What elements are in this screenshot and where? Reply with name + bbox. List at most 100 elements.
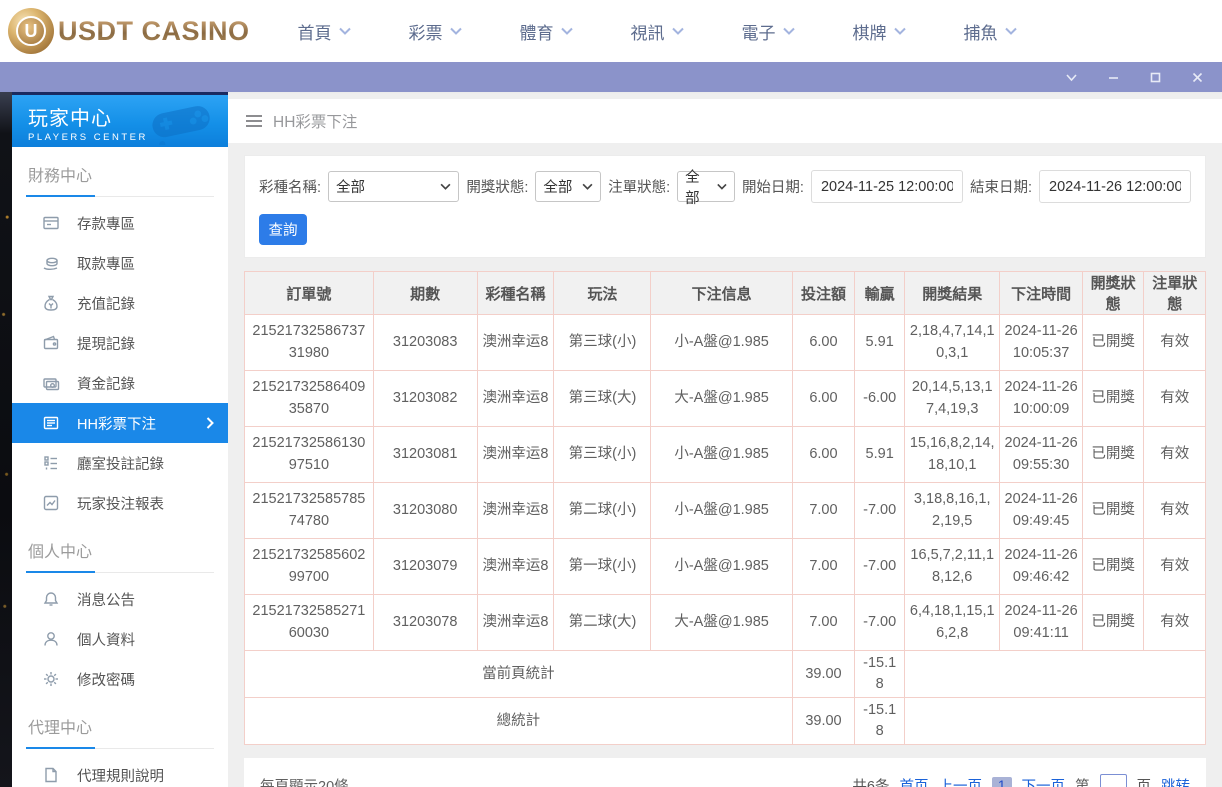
order-status-select[interactable]: 全部 bbox=[677, 171, 735, 202]
coin-letter: U bbox=[16, 16, 46, 46]
minimize-icon[interactable] bbox=[1106, 70, 1120, 84]
col-bet-amount: 投注額 bbox=[792, 272, 854, 315]
filter-row: 彩種名稱: 全部 開獎狀態: 全部 注單狀態: 全部 開始日期: 結束日期: bbox=[259, 170, 1191, 203]
bet-report-icon bbox=[42, 494, 60, 512]
section-agent-center: 代理中心 bbox=[26, 699, 214, 749]
cell-issue: 31203081 bbox=[373, 427, 477, 483]
nav-item-video[interactable]: 視訊 bbox=[631, 19, 684, 44]
draw-status-select[interactable]: 全部 bbox=[535, 171, 601, 202]
maximize-icon[interactable] bbox=[1148, 70, 1162, 84]
sidebar-item-withdrawal-record[interactable]: 提現記錄 bbox=[12, 323, 228, 363]
sidebar-item-withdraw[interactable]: 取款專區 bbox=[12, 243, 228, 283]
bell-icon bbox=[42, 590, 60, 608]
nav-label: 電子 bbox=[742, 19, 776, 44]
sidebar-item-label: 廳室投註記錄 bbox=[77, 453, 164, 474]
nav-item-slots[interactable]: 電子 bbox=[742, 19, 795, 44]
close-icon[interactable] bbox=[1190, 70, 1204, 84]
current-page-indicator[interactable]: 1 bbox=[992, 777, 1012, 787]
nav-item-home[interactable]: 首頁 bbox=[298, 19, 351, 44]
col-bet-info: 下注信息 bbox=[651, 272, 792, 315]
cell-play-type: 第一球(小) bbox=[554, 539, 651, 595]
top-navbar: U USDT CASINO 首頁 彩票 體育 視訊 電子 棋牌 捕魚 bbox=[0, 0, 1222, 62]
draw-status-label: 開獎狀態: bbox=[466, 176, 528, 197]
sidebar-item-profile[interactable]: 個人資料 bbox=[12, 619, 228, 659]
collapse-icon[interactable] bbox=[1064, 70, 1078, 84]
nav-item-cards[interactable]: 棋牌 bbox=[853, 19, 906, 44]
search-button[interactable]: 查詢 bbox=[259, 214, 307, 245]
cell-bet-info: 大-A盤@1.985 bbox=[651, 595, 792, 651]
selected-value: 全部 bbox=[685, 166, 711, 208]
col-order-status: 注單狀態 bbox=[1144, 272, 1206, 315]
sidebar-item-bet-report[interactable]: 玩家投注報表 bbox=[12, 483, 228, 523]
chevron-down-icon bbox=[717, 183, 727, 190]
cell-win-loss: -6.00 bbox=[855, 371, 905, 427]
prev-page-link[interactable]: 上一页 bbox=[938, 775, 982, 787]
table-row: 2152173258613097510 31203081 澳洲幸运8 第三球(小… bbox=[245, 427, 1206, 483]
start-date-input[interactable] bbox=[811, 170, 963, 203]
page-jump-input[interactable] bbox=[1100, 774, 1127, 787]
cell-draw-result: 15,16,8,2,14,18,10,1 bbox=[905, 427, 1000, 483]
sidebar-item-agent-rules[interactable]: 代理規則說明 bbox=[12, 755, 228, 787]
table-footer: 每頁顯示20條 共6条 首页 上一页 1 下一页 第 页 跳转 bbox=[244, 758, 1206, 787]
chevron-down-icon bbox=[582, 183, 593, 190]
gamepad-icon bbox=[144, 99, 222, 145]
cell-win-loss: 5.91 bbox=[855, 315, 905, 371]
lottery-name-select[interactable]: 全部 bbox=[328, 171, 459, 202]
cell-draw-status: 已開獎 bbox=[1082, 483, 1144, 539]
sidebar-item-recharge-record[interactable]: 充值記錄 bbox=[12, 283, 228, 323]
summary-empty bbox=[905, 698, 1206, 745]
summary-winloss-total: -15.18 bbox=[855, 651, 905, 698]
sidebar-item-change-password[interactable]: 修改密碼 bbox=[12, 659, 228, 699]
window-titlebar bbox=[0, 62, 1222, 92]
summary-label: 總統計 bbox=[245, 698, 793, 745]
sidebar-item-deposit[interactable]: 存款專區 bbox=[12, 203, 228, 243]
chevron-down-icon bbox=[894, 27, 906, 35]
cell-order-status: 有效 bbox=[1144, 483, 1206, 539]
cell-bet-time: 2024-11-26 09:49:45 bbox=[1000, 483, 1083, 539]
cell-order-no: 2152173258613097510 bbox=[245, 427, 374, 483]
cell-order-no: 2152173258527160030 bbox=[245, 595, 374, 651]
end-date-input[interactable] bbox=[1039, 170, 1191, 203]
menu-toggle-icon[interactable] bbox=[246, 115, 262, 127]
chevron-down-icon bbox=[561, 27, 573, 35]
chevron-down-icon bbox=[450, 27, 462, 35]
cell-play-type: 第三球(小) bbox=[554, 315, 651, 371]
cell-bet-info: 小-A盤@1.985 bbox=[651, 427, 792, 483]
nav-label: 首頁 bbox=[298, 19, 332, 44]
cell-lottery-name: 澳洲幸运8 bbox=[477, 371, 554, 427]
page-title: HH彩票下注 bbox=[273, 110, 357, 132]
sidebar-item-funds-record[interactable]: 資金記錄 bbox=[12, 363, 228, 403]
sidebar-item-label: 玩家投注報表 bbox=[77, 493, 164, 514]
page-size-text: 每頁顯示20條 bbox=[260, 775, 349, 787]
nav-item-fishing[interactable]: 捕魚 bbox=[964, 19, 1017, 44]
cell-order-status: 有效 bbox=[1144, 595, 1206, 651]
first-page-link[interactable]: 首页 bbox=[899, 775, 928, 787]
section-personal-center: 個人中心 bbox=[26, 523, 214, 573]
pagination: 共6条 首页 上一页 1 下一页 第 页 跳转 bbox=[852, 774, 1190, 787]
breadcrumb: HH彩票下注 bbox=[228, 99, 1222, 143]
next-page-link[interactable]: 下一页 bbox=[1022, 775, 1066, 787]
selected-value: 全部 bbox=[336, 176, 365, 197]
col-draw-result: 開獎結果 bbox=[905, 272, 1000, 315]
cell-win-loss: 5.91 bbox=[855, 427, 905, 483]
cell-bet-info: 小-A盤@1.985 bbox=[651, 315, 792, 371]
section-title: 個人中心 bbox=[26, 538, 95, 573]
total-count-text: 共6条 bbox=[852, 775, 889, 787]
cell-order-status: 有效 bbox=[1144, 371, 1206, 427]
sidebar-item-label: 取款專區 bbox=[77, 253, 135, 274]
col-bet-time: 下注時間 bbox=[1000, 272, 1083, 315]
nav-item-lottery[interactable]: 彩票 bbox=[409, 19, 462, 44]
sidebar-item-room-bet-record[interactable]: 廳室投註記錄 bbox=[12, 443, 228, 483]
cell-bet-time: 2024-11-26 10:05:37 bbox=[1000, 315, 1083, 371]
start-date-label: 開始日期: bbox=[742, 176, 804, 197]
page-summary-row: 當前頁統計 39.00 -15.18 bbox=[245, 651, 1206, 698]
withdraw-icon bbox=[42, 254, 60, 272]
sidebar-item-hh-lottery-bets[interactable]: HH彩票下注 bbox=[12, 403, 228, 443]
nav-item-sports[interactable]: 體育 bbox=[520, 19, 573, 44]
sidebar-item-label: 提現記錄 bbox=[77, 333, 135, 354]
jump-action-link[interactable]: 跳转 bbox=[1161, 775, 1190, 787]
col-win-loss: 輸贏 bbox=[855, 272, 905, 315]
cell-order-status: 有效 bbox=[1144, 427, 1206, 483]
section-title: 財務中心 bbox=[26, 162, 95, 197]
sidebar-item-announcements[interactable]: 消息公告 bbox=[12, 579, 228, 619]
